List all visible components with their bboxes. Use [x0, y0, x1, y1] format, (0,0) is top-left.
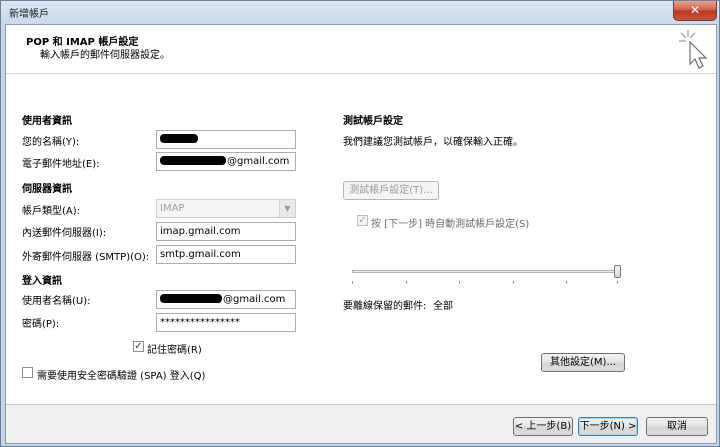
outgoing-server-label: 外寄郵件伺服器 (SMTP)(O): — [22, 252, 150, 263]
server-info-heading: 伺服器資訊 — [22, 184, 72, 195]
user-info-heading: 使用者資訊 — [22, 116, 72, 127]
password-field[interactable]: **************** — [156, 313, 296, 332]
auto-test-checkbox[interactable]: ✓ — [357, 215, 368, 226]
cancel-button[interactable]: 取消 — [646, 417, 708, 436]
slider-tick — [617, 281, 618, 284]
incoming-server-field[interactable]: imap.gmail.com — [156, 222, 296, 241]
slider-tick — [513, 281, 514, 284]
password-label: 密碼(P): — [22, 319, 60, 330]
slider-tick — [459, 281, 460, 284]
close-button[interactable]: ✕ — [673, 1, 717, 21]
redacted-mark — [160, 294, 222, 303]
offline-slider-track[interactable] — [352, 270, 620, 273]
redacted-mark — [160, 134, 198, 143]
account-type-label: 帳戶類型(A): — [22, 206, 81, 217]
next-button[interactable]: 下一步(N) > — [578, 417, 638, 436]
logon-info-heading: 登入資訊 — [22, 276, 62, 287]
slider-tick — [566, 281, 567, 284]
offline-mail-label: 要離線保留的郵件: — [343, 301, 427, 312]
add-account-window: 新增帳戶 ✕ POP 和 IMAP 帳戶設定 輸入帳戶的郵件伺服器設定。 使用者… — [0, 0, 720, 447]
dialog-client: POP 和 IMAP 帳戶設定 輸入帳戶的郵件伺服器設定。 使用者資訊 您的名稱… — [5, 24, 717, 444]
remember-password-checkbox[interactable]: ✓ — [133, 341, 144, 352]
redacted-mark — [160, 156, 226, 165]
name-label: 您的名稱(Y): — [22, 137, 80, 148]
back-button[interactable]: < 上一步(B) — [513, 417, 573, 436]
incoming-server-label: 內送郵件伺服器(I): — [22, 228, 107, 239]
remember-password-label: 記住密碼(R) — [147, 345, 202, 356]
test-settings-heading: 測試帳戶設定 — [343, 116, 403, 127]
name-field[interactable] — [156, 130, 296, 149]
test-account-settings-button[interactable]: 測試帳戶設定(T)... — [343, 181, 439, 200]
slider-tick — [406, 281, 407, 284]
email-field[interactable]: @gmail.com — [156, 152, 296, 171]
outgoing-server-field[interactable]: smtp.gmail.com — [156, 245, 296, 264]
offline-mail-value: 全部 — [433, 301, 453, 312]
spa-label: 需要使用安全密碼驗證 (SPA) 登入(Q) — [37, 371, 206, 382]
username-label: 使用者名稱(U): — [22, 296, 91, 307]
username-field[interactable]: @gmail.com — [156, 290, 296, 309]
page-subtitle: 輸入帳戶的郵件伺服器設定。 — [40, 50, 170, 61]
slider-tick — [352, 281, 353, 284]
account-type-select[interactable]: IMAP ▼ — [156, 199, 296, 218]
spa-checkbox[interactable] — [22, 367, 33, 378]
more-settings-button[interactable]: 其他設定(M)... — [541, 353, 625, 372]
cursor-sparkle-icon — [679, 30, 708, 69]
email-domain: @gmail.com — [227, 156, 290, 167]
username-domain: @gmail.com — [223, 294, 286, 305]
auto-test-label: 按 [下一步] 時自動測試帳戶設定(S) — [371, 219, 530, 230]
offline-slider-thumb[interactable] — [614, 265, 621, 278]
window-title: 新增帳戶 — [9, 9, 49, 20]
email-label: 電子郵件地址(E): — [22, 159, 100, 170]
title-bar: 新增帳戶 ✕ — [1, 1, 719, 23]
account-type-value: IMAP — [160, 203, 185, 214]
test-settings-description: 我們建議您測試帳戶，以確保輸入正確。 — [343, 137, 523, 148]
chevron-down-icon: ▼ — [279, 200, 295, 217]
dialog-header: POP 和 IMAP 帳戶設定 輸入帳戶的郵件伺服器設定。 — [6, 25, 716, 74]
